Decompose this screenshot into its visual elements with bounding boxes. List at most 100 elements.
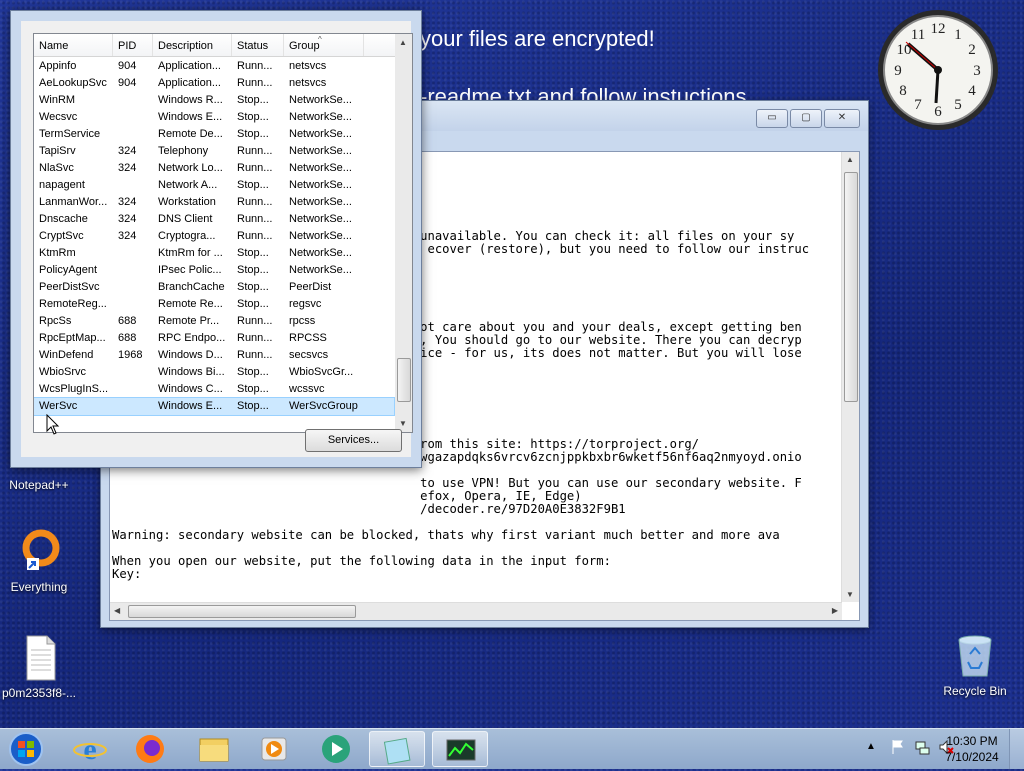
everything-icon [15,528,63,576]
service-row[interactable]: LanmanWor... 324 Workstation Runn... Network… [34,194,394,211]
services-scrollbar[interactable]: ▲ ▼ [395,34,412,432]
service-group: rpcss [289,315,316,327]
service-row[interactable]: PolicyAgent IPsec Polic... Stop... NetworkS… [34,262,394,279]
desktop-icon-everything[interactable]: Everything [0,528,82,594]
mouse-cursor-icon [46,414,60,435]
text-file-icon [15,634,63,682]
taskbar-media-player[interactable] [246,731,302,767]
minimize-button[interactable]: ▭ [756,109,788,128]
service-name: NlaSvc [39,162,74,174]
action-center-flag-icon[interactable] [890,739,906,755]
show-desktop-button[interactable] [1009,729,1024,769]
taskbar-notepad[interactable] [369,731,425,767]
desktop-icon-notepadpp[interactable]: Notepad++ [0,474,82,492]
column-header-group-label: Group [289,40,320,52]
service-pid: 324 [118,196,137,208]
scroll-down-arrow-icon[interactable]: ▼ [399,419,407,428]
horizontal-scrollbar[interactable]: ◀ ▶ [110,602,842,620]
service-row[interactable]: RpcEptMap... 688 RPC Endpo... Runn... RPCSS [34,330,394,347]
start-button[interactable] [4,730,48,768]
services-dialog[interactable]: Name PID Description Status Group ^ Appi… [10,10,422,468]
vertical-scrollbar[interactable]: ▲ ▼ [841,152,859,602]
taskbar-media-center[interactable] [308,731,364,767]
service-name: PeerDistSvc [39,281,100,293]
taskbar-internet-explorer[interactable]: e [62,731,118,767]
service-status: Stop... [237,298,269,310]
column-header-group[interactable]: Group ^ [284,34,364,56]
note-line: Warning: secondary website can be blocke… [112,528,780,542]
service-row[interactable]: WinDefend 1968 Windows D... Runn... secsvcs [34,347,394,364]
service-row[interactable]: WinRM Windows R... Stop... NetworkSe... [34,92,394,109]
services-list[interactable]: Name PID Description Status Group ^ Appi… [33,33,413,433]
service-group: PeerDist [289,281,332,293]
service-row[interactable]: TapiSrv 324 Telephony Runn... NetworkSe... [34,143,394,160]
network-icon[interactable] [914,739,930,755]
service-name: PolicyAgent [39,264,98,276]
service-group: secsvcs [289,349,329,361]
scroll-up-arrow-icon[interactable]: ▲ [399,38,407,47]
scroll-left-arrow-icon[interactable]: ◀ [114,606,120,615]
service-row[interactable]: TermService Remote De... Stop... NetworkSe.… [34,126,394,143]
service-pid: 904 [118,77,137,89]
service-row[interactable]: AeLookupSvc 904 Application... Runn... netsv… [34,75,394,92]
desktop-icon-textfile[interactable]: p0m2353f8-... [0,634,82,700]
maximize-button[interactable]: ▢ [790,109,822,128]
service-status: Runn... [237,60,273,72]
service-row[interactable]: napagent Network A... Stop... NetworkSe... [34,177,394,194]
service-description: Windows E... [158,111,223,123]
column-header-name[interactable]: Name [34,34,113,56]
svg-text:e: e [83,733,96,766]
service-row[interactable]: RpcSs 688 Remote Pr... Runn... rpcss [34,313,394,330]
scroll-right-arrow-icon[interactable]: ▶ [832,606,838,615]
service-row[interactable]: Appinfo 904 Application... Runn... netsvcs [34,58,394,75]
taskbar-file-explorer[interactable] [186,731,242,767]
service-row[interactable]: WcsPlugInS... Windows C... Stop... wcssvc [34,381,394,398]
scroll-thumb[interactable] [128,605,356,618]
column-header-status[interactable]: Status [232,34,284,56]
service-row[interactable]: RemoteReg... Remote Re... Stop... regsvc [34,296,394,313]
service-description: RPC Endpo... [158,332,226,344]
service-group: NetworkSe... [289,162,352,174]
desktop-icon-recycle-bin[interactable]: Recycle Bin [932,632,1018,698]
scroll-thumb[interactable] [397,358,411,402]
service-group: NetworkSe... [289,230,352,242]
column-header-description[interactable]: Description [153,34,232,56]
service-name: RpcEptMap... [39,332,106,344]
column-header-pid[interactable]: PID [113,34,153,56]
scroll-down-arrow-icon[interactable]: ▼ [846,590,854,599]
close-button[interactable]: ✕ [824,109,860,128]
service-row[interactable]: WerSvc Windows E... Stop... WerSvcGroup [34,397,395,416]
service-description: Remote Re... [158,298,223,310]
taskbar-task-manager[interactable] [432,731,488,767]
service-row[interactable]: Dnscache 324 DNS Client Runn... NetworkSe... [34,211,394,228]
service-name: KtmRm [39,247,76,259]
service-group: NetworkSe... [289,111,352,123]
show-hidden-icons-icon[interactable]: ▲ [866,739,882,755]
service-name: Dnscache [39,213,88,225]
service-status: Stop... [237,94,269,106]
service-status: Stop... [237,111,269,123]
service-row[interactable]: NlaSvc 324 Network Lo... Runn... NetworkSe..… [34,160,394,177]
recycle-bin-icon [951,632,999,680]
desktop-icon-label: Recycle Bin [943,684,1007,698]
clock-gadget[interactable]: 12 12 345 678 91011 [876,8,1000,132]
desktop-icon-label: Notepad++ [9,478,69,492]
services-button[interactable]: Services... [305,429,402,452]
service-row[interactable]: PeerDistSvc BranchCache Stop... PeerDist [34,279,394,296]
desktop-icon-label: Everything [10,580,68,594]
service-name: Wecsvc [39,111,78,123]
service-pid [113,109,153,126]
service-description: Network Lo... [158,162,223,174]
service-pid [113,364,153,381]
service-group: NetworkSe... [289,213,352,225]
service-row[interactable]: KtmRm KtmRm for ... Stop... NetworkSe... [34,245,394,262]
service-pid: 688 [118,315,137,327]
scroll-thumb[interactable] [844,172,858,402]
service-row[interactable]: Wecsvc Windows E... Stop... NetworkSe... [34,109,394,126]
windows-start-orb-icon [9,732,43,766]
taskbar-clock[interactable]: 10:30 PM 7/10/2024 [942,733,1002,765]
service-row[interactable]: CryptSvc 324 Cryptogra... Runn... NetworkSe.… [34,228,394,245]
scroll-up-arrow-icon[interactable]: ▲ [846,155,854,164]
taskbar-firefox[interactable] [122,731,178,767]
service-row[interactable]: WbioSrvc Windows Bi... Stop... WbioSvcGr... [34,364,394,381]
